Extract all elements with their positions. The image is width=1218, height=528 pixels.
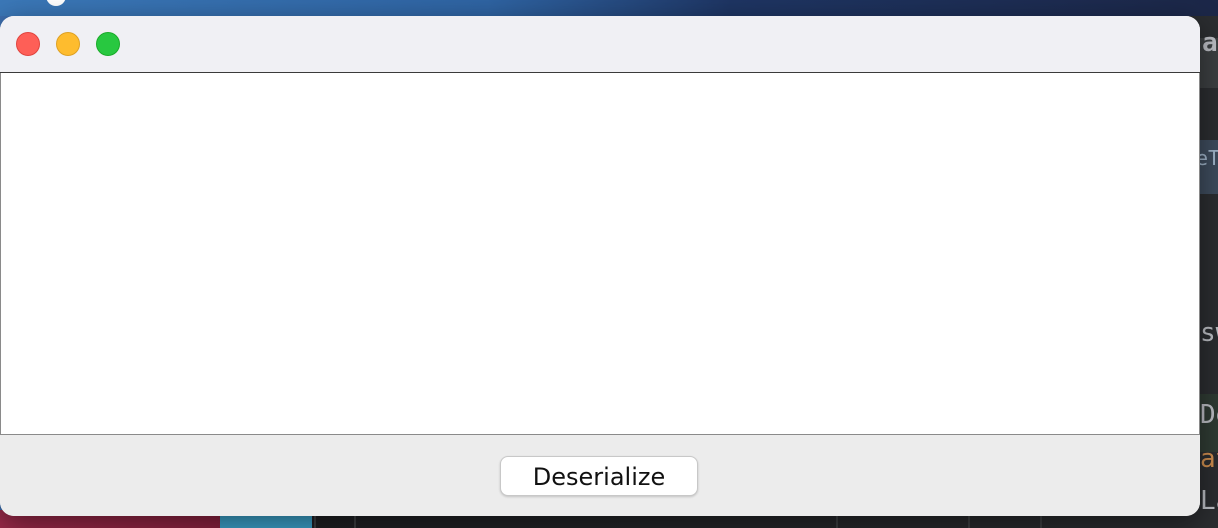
desktop: ali eT sw De at La Deserialize (0, 0, 1218, 528)
button-panel: Deserialize (0, 435, 1200, 516)
deserialize-button[interactable]: Deserialize (500, 456, 698, 496)
menu-bar (0, 0, 1218, 16)
ide-text-fragment: sw (1200, 318, 1218, 348)
apple-logo-icon[interactable] (46, 0, 66, 6)
app-window: Deserialize (0, 16, 1200, 516)
maximize-icon[interactable] (96, 32, 120, 56)
ide-text-fragment: ali (1202, 28, 1218, 58)
window-titlebar[interactable] (0, 16, 1200, 73)
minimize-icon[interactable] (56, 32, 80, 56)
close-icon[interactable] (16, 32, 40, 56)
ide-text-fragment: De (1200, 400, 1218, 430)
text-area[interactable] (0, 73, 1200, 435)
ide-text-fragment: at (1200, 444, 1218, 474)
